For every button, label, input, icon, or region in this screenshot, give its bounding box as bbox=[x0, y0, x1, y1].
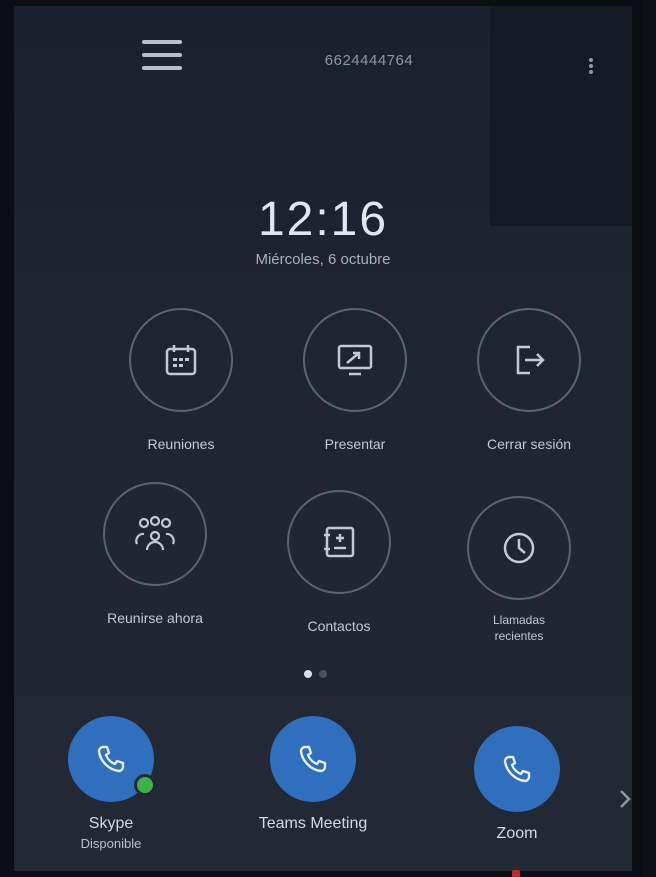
app-label: Cerrar sesión bbox=[486, 436, 572, 452]
call-label: Teams Meeting bbox=[258, 815, 368, 832]
people-group-icon bbox=[135, 515, 175, 551]
app-label: Reuniones bbox=[147, 436, 215, 452]
phone-screen: 6624444764 12:16 Miércoles, 6 octubre Re… bbox=[14, 6, 632, 871]
app-reuniones[interactable]: Reuniones bbox=[96, 308, 266, 454]
app-reunirse-ahora[interactable]: Reunirse ahora bbox=[70, 482, 240, 628]
phone-icon bbox=[97, 745, 125, 773]
page-dot[interactable] bbox=[319, 670, 327, 678]
app-label: Reunirse ahora bbox=[107, 610, 203, 626]
app-label: Presentar bbox=[324, 436, 386, 452]
page-dot-active[interactable] bbox=[304, 670, 312, 678]
call-label: Zoom bbox=[496, 825, 538, 842]
clock-time: 12:16 bbox=[257, 193, 389, 246]
clock-icon bbox=[503, 532, 535, 564]
call-dock: Skype Disponible Teams Meeting Zoom bbox=[14, 696, 632, 871]
clock-date: Miércoles, 6 octubre bbox=[255, 251, 391, 268]
app-ring bbox=[287, 490, 391, 594]
phone-icon bbox=[299, 745, 327, 773]
device-bezel bbox=[642, 0, 656, 877]
app-label: Contactos bbox=[307, 618, 371, 634]
hamburger-menu-icon[interactable] bbox=[142, 40, 182, 70]
call-label-title: Skype bbox=[88, 815, 134, 832]
more-vertical-icon[interactable] bbox=[586, 58, 596, 74]
sign-out-icon bbox=[516, 345, 545, 375]
app-ring bbox=[303, 308, 407, 412]
app-label: Llamadas recientes bbox=[492, 613, 546, 643]
app-ring bbox=[477, 308, 581, 412]
app-presentar[interactable]: Presentar bbox=[270, 308, 440, 454]
phone-number: 6624444764 bbox=[324, 52, 414, 69]
app-llamadas-recientes[interactable]: Llamadas recientes bbox=[434, 496, 604, 644]
call-circle bbox=[270, 716, 356, 802]
indicator-light bbox=[512, 870, 520, 877]
page-indicator bbox=[304, 670, 327, 678]
app-cerrar-sesion[interactable]: Cerrar sesión bbox=[444, 308, 614, 454]
call-label-status: Disponible bbox=[80, 836, 142, 851]
presence-status-dot bbox=[134, 774, 156, 796]
app-ring bbox=[103, 482, 207, 586]
calendar-icon bbox=[165, 345, 197, 376]
phone-icon bbox=[503, 755, 531, 783]
call-teams-button[interactable]: Teams Meeting bbox=[228, 716, 398, 834]
app-contactos[interactable]: Contactos bbox=[254, 490, 424, 636]
app-ring bbox=[129, 308, 233, 412]
call-label: Skype Disponible bbox=[26, 814, 196, 854]
screen-share-icon bbox=[337, 344, 373, 376]
app-ring bbox=[467, 496, 571, 600]
call-skype-button[interactable]: Skype Disponible bbox=[26, 716, 196, 854]
call-circle bbox=[68, 716, 156, 802]
chevron-right-icon[interactable] bbox=[618, 788, 632, 810]
call-circle bbox=[474, 726, 560, 812]
call-zoom-button[interactable]: Zoom bbox=[432, 726, 602, 844]
contact-book-icon bbox=[324, 526, 355, 558]
